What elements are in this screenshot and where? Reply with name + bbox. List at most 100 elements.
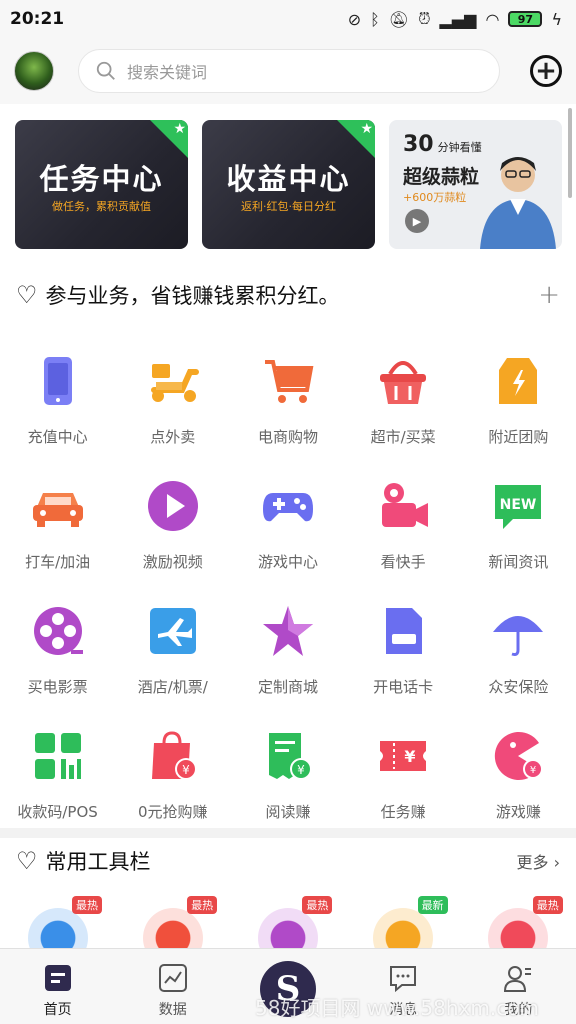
banner-title: 超级蒜粒 <box>403 166 480 188</box>
video-icon <box>488 908 549 948</box>
wifi-icon: ◠ <box>485 9 500 29</box>
play-icon[interactable]: ▶ <box>405 209 429 233</box>
banner-duration: 30 分钟看懂 <box>403 132 482 157</box>
ticket-icon: ¥ <box>380 741 427 771</box>
service-label: 定制商城 <box>257 678 318 696</box>
battery-level: 97 <box>517 12 534 26</box>
search-input[interactable]: 搜索关键词 <box>78 49 500 93</box>
bluetooth-icon: ᛒ <box>370 9 380 29</box>
receipt-icon: ¥ <box>268 733 312 780</box>
service-news[interactable]: NEW 新闻资讯 <box>461 471 576 596</box>
main-content: ★ 任务中心 做任务，累积贡献值 ★ 收益中心 返利·红包·每日分红 30 分钟看… <box>0 104 576 828</box>
banner-garlic-video[interactable]: 30 分钟看懂 超级蒜粒 +600万蒜粒 ▶ <box>389 120 562 249</box>
news-icon: NEW <box>495 485 542 529</box>
hot-badge: 最热 <box>72 896 102 914</box>
camera-icon <box>382 483 429 527</box>
service-recharge[interactable]: 充值中心 <box>0 346 115 471</box>
basket-icon <box>380 361 427 404</box>
gamepad-icon <box>262 493 313 522</box>
plus-icon: + <box>535 56 557 86</box>
service-label: 酒店/机票/ <box>137 678 208 696</box>
service-takeout[interactable]: 点外卖 <box>115 346 230 471</box>
svg-text:NEW: NEW <box>500 497 537 513</box>
add-service-icon[interactable]: + <box>538 280 560 310</box>
service-custom-mall[interactable]: 定制商城 <box>230 596 345 721</box>
tab-home[interactable]: 首页 <box>0 949 115 1024</box>
service-label: 附近团购 <box>488 428 549 446</box>
service-label: 超市/买菜 <box>370 428 436 446</box>
service-label: 点外卖 <box>150 428 196 446</box>
svg-text:¥: ¥ <box>297 763 305 777</box>
service-insurance[interactable]: 众安保险 <box>461 596 576 721</box>
tool-item[interactable]: 最新 <box>346 896 461 948</box>
service-label: 游戏赚 <box>495 803 541 821</box>
user-icon <box>504 966 532 992</box>
tool-row: 最热 最热 最热 最新 最热 <box>0 896 576 948</box>
banner-subtitle: 做任务，累积贡献值 <box>52 200 151 213</box>
search-icon <box>96 61 115 80</box>
charging-icon: ϟ <box>551 9 562 29</box>
service-label: 激励视频 <box>142 553 203 571</box>
service-movie[interactable]: 买电影票 <box>0 596 115 721</box>
more-link[interactable]: 更多 › <box>516 849 560 873</box>
service-games[interactable]: 游戏中心 <box>230 471 345 596</box>
service-label: 开电话卡 <box>373 678 434 696</box>
mute-icon: 🔕︎ <box>388 9 410 29</box>
tool-item[interactable]: 最热 <box>230 896 345 948</box>
banner-title: 任务中心 <box>39 162 164 196</box>
service-label: 看快手 <box>380 553 426 571</box>
tool-item[interactable]: 最热 <box>115 896 230 948</box>
tool-item[interactable]: 最热 <box>461 896 576 948</box>
search-placeholder: 搜索关键词 <box>127 63 208 82</box>
service-label: 充值中心 <box>27 428 88 446</box>
service-label: 0元抢购赚 <box>138 803 208 821</box>
avatar[interactable] <box>14 51 54 91</box>
red-packet-icon <box>142 908 203 948</box>
play-icon <box>147 481 198 531</box>
film-reel-icon <box>33 607 83 655</box>
banner-income-center[interactable]: ★ 收益中心 返利·红包·每日分红 <box>202 120 375 249</box>
service-ecommerce[interactable]: 电商购物 <box>230 346 345 471</box>
chevron-right-icon: › <box>553 853 560 872</box>
phone-call-icon <box>27 908 88 948</box>
presenter-image <box>480 157 556 249</box>
svg-text:¥: ¥ <box>530 765 536 776</box>
top-bar: 搜索关键词 + <box>0 38 576 104</box>
lucky-wheel-icon <box>257 908 318 948</box>
status-time: 20:21 <box>10 9 65 29</box>
service-group-buy[interactable]: 附近团购 <box>461 346 576 471</box>
banner-duration-number: 30 <box>403 132 434 157</box>
service-kuaishou[interactable]: 看快手 <box>346 471 461 596</box>
tool-item[interactable]: 最热 <box>0 896 115 948</box>
service-phone-card[interactable]: 开电话卡 <box>346 596 461 721</box>
home-icon <box>44 965 71 991</box>
tab-data[interactable]: 数据 <box>115 949 230 1024</box>
banner-task-center[interactable]: ★ 任务中心 做任务，累积贡献值 <box>15 120 188 249</box>
scrollbar[interactable] <box>568 108 572 198</box>
service-hotel-flight[interactable]: 酒店/机票/ <box>115 596 230 721</box>
plane-icon <box>149 608 196 654</box>
service-label: 任务赚 <box>380 803 426 821</box>
banner-title: 收益中心 <box>226 162 351 196</box>
status-bar: 20:21 ⊘ ᛒ 🔕︎ ⏰︎ ▂▄▆ ◠ 97 ϟ <box>0 0 576 38</box>
qrcode-icon <box>34 733 81 779</box>
chart-icon <box>158 964 187 992</box>
service-supermarket[interactable]: 超市/买菜 <box>346 346 461 471</box>
signal-icon: ▂▄▆ <box>439 9 477 29</box>
alarm-icon: ⏰︎ <box>418 9 431 28</box>
service-video[interactable]: 激励视频 <box>115 471 230 596</box>
service-label: 买电影票 <box>27 678 88 696</box>
service-grid: 充值中心 点外卖 电商购物 超市/买菜 附近团购 打车/加油 激励视频 游戏中心… <box>0 346 576 846</box>
more-label: 更多 <box>516 853 549 872</box>
battery-icon: 97 <box>508 11 543 27</box>
add-button[interactable]: + <box>530 55 562 87</box>
coupon-bag-icon <box>499 358 538 404</box>
hot-badge: 最热 <box>302 896 333 914</box>
service-label: 众安保险 <box>488 678 549 696</box>
pacman-icon: ¥ <box>495 732 544 780</box>
banner-row: ★ 任务中心 做任务，累积贡献值 ★ 收益中心 返利·红包·每日分红 30 分钟看… <box>15 120 562 249</box>
banner-subtitle: +600万蒜粒 <box>403 191 467 204</box>
service-taxi[interactable]: 打车/加油 <box>0 471 115 596</box>
new-badge: 最新 <box>417 896 448 914</box>
section-header-business: ♡ 参与业务，省钱赚钱累积分红。 + <box>16 280 560 310</box>
